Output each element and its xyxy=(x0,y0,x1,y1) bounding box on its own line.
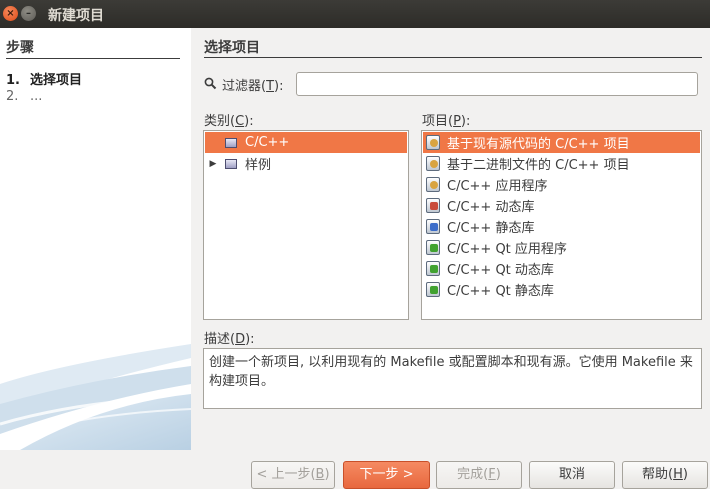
category-item-samples[interactable]: ▶ 样例 xyxy=(205,153,407,174)
help-button[interactable]: 帮助(H) xyxy=(622,461,708,489)
help-button-label: 帮助( xyxy=(642,467,674,482)
import-project-icon xyxy=(426,135,440,150)
close-icon: × xyxy=(6,7,15,19)
filter-input[interactable] xyxy=(296,72,698,96)
description-label-suffix: ): xyxy=(245,332,255,347)
finish-button[interactable]: 完成(F) xyxy=(436,461,522,489)
categories-label-suffix: ): xyxy=(244,114,254,129)
finish-mnemonic: F xyxy=(488,467,496,482)
binary-project-icon xyxy=(426,156,440,171)
project-label: 基于二进制文件的 C/C++ 项目 xyxy=(447,158,630,173)
description-mnemonic: D xyxy=(235,332,246,347)
category-item-cpp[interactable]: C/C++ xyxy=(205,132,407,153)
step-number: 1. xyxy=(6,73,20,88)
project-item[interactable]: C/C++ 动态库 xyxy=(423,195,700,216)
filter-label-suffix: ): xyxy=(274,79,284,94)
back-button-label: < 上一步( xyxy=(256,467,316,482)
categories-label: 类别(C): xyxy=(204,110,254,129)
description-label: 描述(D): xyxy=(204,328,255,347)
filter-label-text: 过滤器( xyxy=(222,79,267,94)
expand-arrow-icon[interactable]: ▶ xyxy=(205,159,221,169)
filter-mnemonic: T xyxy=(266,79,275,94)
back-button[interactable]: < 上一步(B) xyxy=(251,461,335,489)
decorative-swoosh-graphic xyxy=(0,344,191,450)
qt-dynamic-library-icon xyxy=(426,261,440,276)
folder-icon xyxy=(225,158,237,169)
categories-label-text: 类别( xyxy=(204,114,236,129)
title-divider xyxy=(204,57,702,58)
steps-divider xyxy=(6,58,180,59)
category-label: C/C++ xyxy=(245,135,290,150)
step-label: 选择项目 xyxy=(30,73,83,88)
categories-mnemonic: C xyxy=(235,114,245,129)
project-label: C/C++ 静态库 xyxy=(447,221,535,236)
project-label: 基于现有源代码的 C/C++ 项目 xyxy=(447,137,630,152)
project-item[interactable]: C/C++ 应用程序 xyxy=(423,174,700,195)
cancel-button[interactable]: 取消 xyxy=(529,461,615,489)
project-item[interactable]: 基于现有源代码的 C/C++ 项目 xyxy=(423,132,700,153)
projects-label: 项目(P): xyxy=(422,110,470,129)
project-label: C/C++ Qt 静态库 xyxy=(447,284,554,299)
dynamic-library-icon xyxy=(426,198,440,213)
help-button-suffix: ) xyxy=(682,467,688,482)
steps-sidebar: 步骤 1. 选择项目 2.... xyxy=(0,28,191,450)
categories-tree[interactable]: C/C++ ▶ 样例 xyxy=(203,130,409,320)
project-label: C/C++ Qt 应用程序 xyxy=(447,242,567,257)
window-title: 新建项目 xyxy=(48,8,104,24)
steps-title: 步骤 xyxy=(6,40,34,56)
projects-mnemonic: P xyxy=(453,114,461,129)
project-item[interactable]: 基于二进制文件的 C/C++ 项目 xyxy=(423,153,700,174)
filter-label: 过滤器(T): xyxy=(222,75,283,94)
project-item[interactable]: C/C++ Qt 静态库 xyxy=(423,279,700,300)
project-label: C/C++ 应用程序 xyxy=(447,179,548,194)
back-button-suffix: ) xyxy=(324,467,330,482)
description-label-text: 描述( xyxy=(204,332,236,347)
help-mnemonic: H xyxy=(673,467,683,482)
step-label: ... xyxy=(30,89,43,104)
minimize-icon: – xyxy=(26,7,31,19)
category-label: 样例 xyxy=(245,158,272,173)
step-item-1: 1. 选择项目 xyxy=(6,69,82,88)
close-window-button[interactable]: × xyxy=(3,6,18,21)
project-item[interactable]: C/C++ 静态库 xyxy=(423,216,700,237)
step-item-2: 2.... xyxy=(6,89,42,104)
qt-static-library-icon xyxy=(426,282,440,297)
finish-button-label: 完成( xyxy=(457,467,489,482)
search-icon xyxy=(204,77,217,90)
window-titlebar: × – 新建项目 xyxy=(0,0,710,28)
minimize-window-button[interactable]: – xyxy=(21,6,36,21)
project-item[interactable]: C/C++ Qt 动态库 xyxy=(423,258,700,279)
projects-label-suffix: ): xyxy=(460,114,471,129)
application-icon xyxy=(426,177,440,192)
project-label: C/C++ Qt 动态库 xyxy=(447,263,554,278)
folder-icon xyxy=(225,137,237,148)
static-library-icon xyxy=(426,219,440,234)
finish-button-suffix: ) xyxy=(495,467,501,482)
next-button[interactable]: 下一步 > xyxy=(343,461,430,489)
page-title: 选择项目 xyxy=(204,40,260,56)
qt-application-icon xyxy=(426,240,440,255)
step-number: 2. xyxy=(6,89,19,104)
project-label: C/C++ 动态库 xyxy=(447,200,535,215)
projects-label-text: 项目( xyxy=(422,114,454,129)
project-item[interactable]: C/C++ Qt 应用程序 xyxy=(423,237,700,258)
projects-list[interactable]: 基于现有源代码的 C/C++ 项目 基于二进制文件的 C/C++ 项目 C/C+… xyxy=(421,130,702,320)
description-text: 创建一个新项目, 以利用现有的 Makefile 或配置脚本和现有源。它使用 M… xyxy=(203,348,702,409)
